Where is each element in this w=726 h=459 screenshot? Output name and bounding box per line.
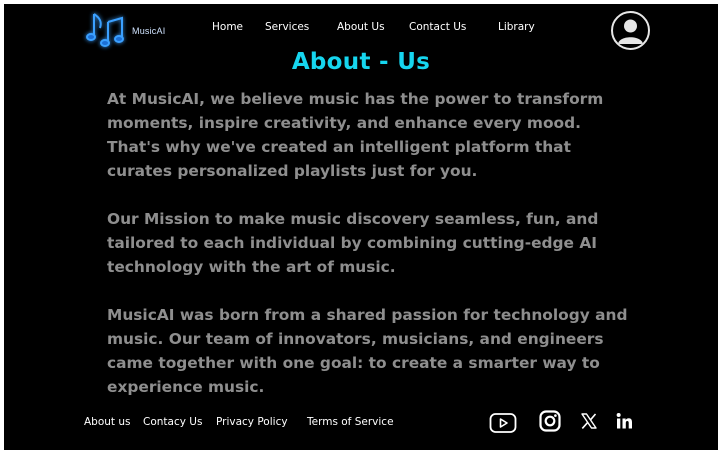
brand-logo[interactable]: MusicAI (82, 6, 172, 54)
about-content: At MusicAI, we believe music has the pow… (107, 87, 637, 423)
nav-about-us[interactable]: About Us (337, 21, 385, 33)
user-avatar-button[interactable] (611, 11, 650, 50)
nav-services[interactable]: Services (265, 21, 309, 33)
music-notes-icon (86, 13, 124, 47)
user-icon (618, 19, 643, 44)
linkedin-icon[interactable] (615, 412, 633, 430)
footer-about-us-link[interactable]: About us (84, 416, 131, 428)
page-title: About - Us (291, 49, 431, 75)
instagram-icon[interactable] (539, 410, 561, 432)
footer-terms-of-service-link[interactable]: Terms of Service (307, 416, 394, 428)
footer-contact-us-link[interactable]: Contacy Us (143, 416, 202, 428)
nav-contact-us[interactable]: Contact Us (409, 21, 466, 33)
about-paragraph-1: At MusicAI, we believe music has the pow… (107, 90, 604, 180)
about-paragraph-2: Our Mission to make music discovery seam… (107, 210, 599, 276)
youtube-icon[interactable] (489, 412, 517, 434)
nav-library[interactable]: Library (498, 21, 535, 33)
footer-privacy-policy-link[interactable]: Privacy Policy (216, 416, 288, 428)
about-paragraph-3: MusicAI was born from a shared passion f… (107, 306, 628, 396)
brand-name: MusicAI (132, 26, 166, 36)
x-icon[interactable] (580, 412, 598, 430)
page: MusicAI Home Services About Us Contact U… (4, 4, 718, 450)
nav-home[interactable]: Home (212, 21, 243, 33)
